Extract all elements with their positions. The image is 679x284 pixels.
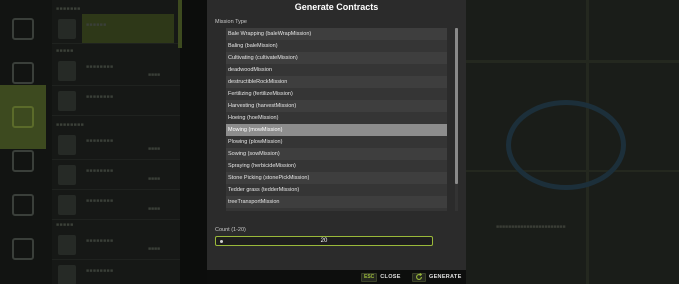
mission-item[interactable]: Bale Wrapping (baleWrapMission)	[226, 28, 447, 40]
stats-icon	[12, 238, 34, 260]
generate-button-label: GENERATE	[429, 274, 462, 280]
mission-item[interactable]: Sowing (sowMission)	[226, 148, 447, 160]
mission-item[interactable]: Cultivating (cultivateMission)	[226, 52, 447, 64]
generate-contracts-dialog: Generate Contracts Mission Type Bale Wra…	[207, 0, 466, 270]
esc-key-badge: ESC	[361, 272, 378, 282]
mission-item[interactable]: Tedder grass (tedderMission)	[226, 184, 447, 196]
mission-item[interactable]: Harvesting (harvestMission)	[226, 100, 447, 112]
mission-item[interactable]: destructibleRockMission	[226, 76, 447, 88]
mission-item-selected[interactable]: Mowing (mowMission)	[226, 124, 447, 136]
mission-type-list[interactable]: Bale Wrapping (baleWrapMission) Baling (b…	[226, 28, 447, 211]
mission-item[interactable]: Plowing (plowMission)	[226, 136, 447, 148]
dialog-title: Generate Contracts	[294, 2, 379, 12]
background-contract-list: ■■■■■■■ ■■■■■■ ■■■■■ ■■■■■■■■ ■■■■ ■■■■■■…	[52, 0, 180, 284]
count-stepper[interactable]: 20	[215, 236, 433, 246]
scrollbar-thumb[interactable]	[455, 28, 458, 184]
mission-type-label: Mission Type	[215, 19, 247, 25]
map-icon	[12, 106, 34, 128]
mission-list-scrollbar[interactable]	[455, 28, 458, 211]
mission-item[interactable]: Fertilizing (fertilizeMission)	[226, 88, 447, 100]
mission-item[interactable]: Hoeing (hoeMission)	[226, 112, 447, 124]
close-button-label: CLOSE	[380, 274, 401, 280]
tractor-icon	[12, 62, 34, 84]
count-label: Count (1-20)	[215, 227, 246, 233]
generate-button[interactable]: GENERATE	[412, 272, 462, 282]
mission-item[interactable]: treeTransportMission	[226, 196, 447, 208]
mission-item[interactable]: Spraying (herbicideMission)	[226, 160, 447, 172]
field-icon	[12, 150, 34, 172]
background-map: ■■■■■■■■■■■■■■■■■■■■■■■	[466, 0, 679, 284]
calendar-icon	[12, 18, 34, 40]
refresh-icon	[412, 272, 426, 282]
count-value: 20	[320, 238, 328, 244]
mission-item[interactable]: deadwoodMission	[226, 64, 447, 76]
mission-item[interactable]: Stone Picking (stonePickMission)	[226, 172, 447, 184]
button-bar: ESC CLOSE GENERATE	[207, 270, 466, 284]
close-button[interactable]: ESC CLOSE	[361, 272, 401, 282]
mission-item[interactable]: Baling (baleMission)	[226, 40, 447, 52]
silo-icon	[12, 194, 34, 216]
background-category-bar	[0, 0, 52, 284]
